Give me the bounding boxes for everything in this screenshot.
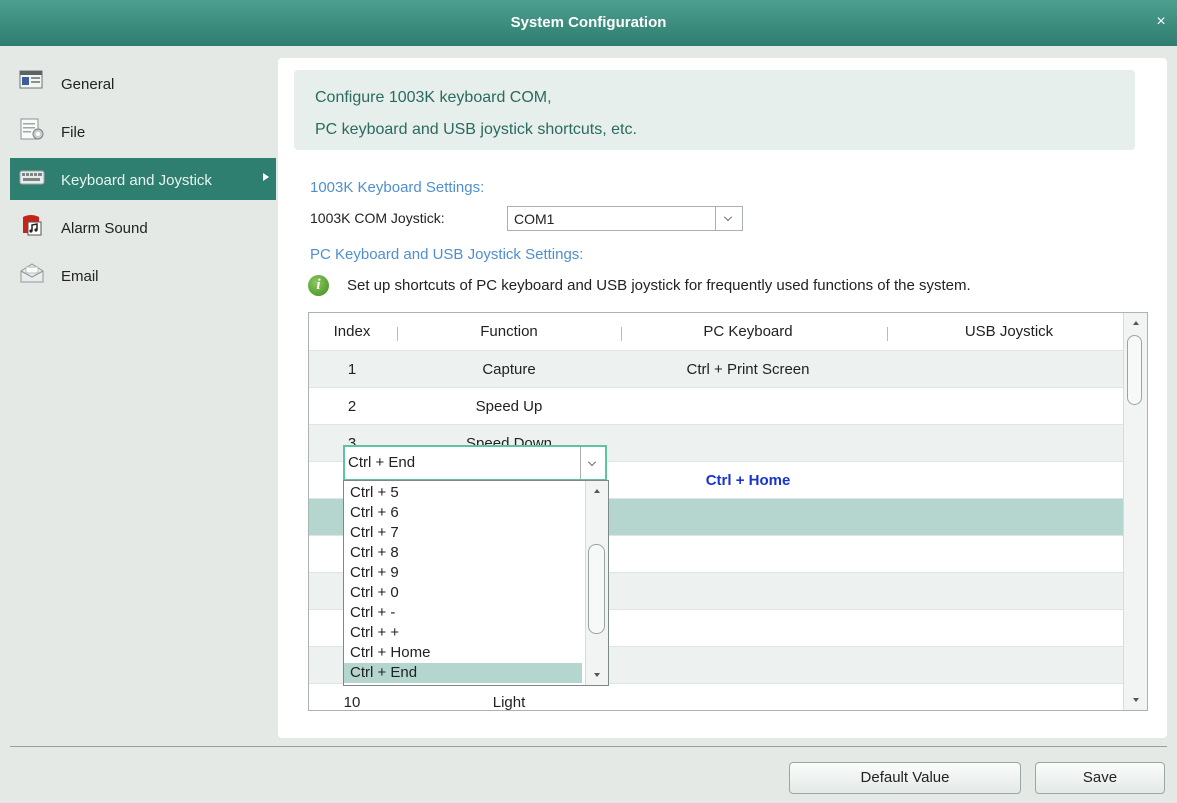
sidebar-item-label: General [61,76,115,93]
sidebar-item-general[interactable]: General [10,62,276,104]
system-configuration-window: System Configuration × General File Keyb… [0,0,1177,803]
cell-index: 2 [347,398,357,415]
cell-function: Light [492,694,526,711]
description-line-2: PC keyboard and USB joystick shortcuts, … [315,121,637,138]
com-joystick-select[interactable]: COM1 [507,206,743,231]
header-index[interactable]: Index [309,323,395,340]
footer-divider [10,746,1167,747]
shortcut-select-value: Ctrl + End [348,454,416,471]
table-scrollbar[interactable] [1123,313,1147,710]
save-button[interactable]: Save [1035,762,1165,794]
chevron-down-icon [588,458,596,466]
com-joystick-label: 1003K COM Joystick: [310,210,445,226]
header-pc-keyboard[interactable]: PC Keyboard [623,323,873,340]
dropdown-option[interactable]: Ctrl + 7 [344,523,582,543]
general-settings-icon [19,69,45,93]
header-function[interactable]: Function [419,323,599,340]
table-row[interactable]: 10 Light [309,683,1125,711]
default-value-button[interactable]: Default Value [789,762,1021,794]
sidebar-item-file[interactable]: File [10,110,276,152]
sidebar-item-label: Email [61,268,99,285]
table-row[interactable]: 1 Capture Ctrl + Print Screen [309,350,1125,387]
dropdown-option[interactable]: Ctrl + 0 [344,583,582,603]
scrollbar-thumb[interactable] [588,544,605,634]
sidebar-item-email[interactable]: Email [10,254,276,296]
file-settings-icon [19,117,45,141]
pc-keyboard-shortcut-select[interactable]: Ctrl + End [343,445,607,481]
scroll-up-arrow-icon[interactable] [1133,321,1139,325]
info-row: i Set up shortcuts of PC keyboard and US… [308,274,1148,298]
info-text: Set up shortcuts of PC keyboard and USB … [347,277,971,294]
dropdown-scrollbar[interactable] [585,481,608,685]
dropdown-option[interactable]: Ctrl + 5 [344,483,582,503]
alarm-sound-icon [19,213,45,237]
sidebar: General File Keyboard and Joystick Alarm… [0,56,278,736]
cell-function: Capture [482,361,536,378]
dropdown-option[interactable]: Ctrl + + [344,623,582,643]
sidebar-item-label: Alarm Sound [61,220,148,237]
dropdown-option[interactable]: Ctrl + 8 [344,543,582,563]
cell-pc-keyboard: Ctrl + Home [705,472,791,489]
description-line-1: Configure 1003K keyboard COM, [315,89,552,106]
pc-settings-title: PC Keyboard and USB Joystick Settings: [310,246,584,263]
keyboard-icon [19,165,45,189]
cell-index: 10 [343,694,361,711]
window-title: System Configuration [510,14,667,31]
scroll-down-arrow-icon[interactable] [594,673,600,677]
column-separator [887,327,888,341]
chevron-right-icon [263,173,269,181]
cell-function: Speed Up [475,398,543,415]
chevron-down-icon [724,213,732,221]
header-usb-joystick[interactable]: USB Joystick [899,323,1119,340]
sidebar-item-keyboard-and-joystick[interactable]: Keyboard and Joystick [10,158,276,200]
description-box: Configure 1003K keyboard COM, PC keyboar… [294,70,1135,150]
dropdown-option[interactable]: Ctrl + - [344,603,582,623]
dropdown-option[interactable]: Ctrl + 9 [344,563,582,583]
scroll-down-arrow-icon[interactable] [1133,698,1139,702]
title-bar[interactable]: System Configuration × [0,0,1177,46]
dropdown-option[interactable]: Ctrl + 6 [344,503,582,523]
shortcut-dropdown-list: Ctrl + 5 Ctrl + 6 Ctrl + 7 Ctrl + 8 Ctrl + 9… [343,480,609,686]
sidebar-item-label: Keyboard and Joystick [61,172,212,189]
dropdown-option[interactable]: Ctrl + Home [344,643,582,663]
com-joystick-value: COM1 [514,211,555,227]
dropdown-option[interactable]: Ctrl + End [344,663,582,683]
sidebar-item-label: File [61,124,86,141]
dropdown-button[interactable] [715,207,742,230]
table-row[interactable]: 2 Speed Up [309,387,1125,424]
sidebar-item-alarm-sound[interactable]: Alarm Sound [10,206,276,248]
email-icon [19,261,45,285]
table-header: Index Function PC Keyboard USB Joystick [309,313,1125,350]
cell-pc-keyboard: Ctrl + Print Screen [686,361,810,378]
column-separator [621,327,622,341]
column-separator [397,327,398,341]
scrollbar-thumb[interactable] [1127,335,1142,405]
info-icon: i [308,275,329,296]
keyboard-settings-title: 1003K Keyboard Settings: [310,179,485,196]
cell-index: 1 [347,361,357,378]
dropdown-button[interactable] [580,447,605,479]
scroll-up-arrow-icon[interactable] [594,489,600,493]
close-button[interactable]: × [1153,13,1169,31]
